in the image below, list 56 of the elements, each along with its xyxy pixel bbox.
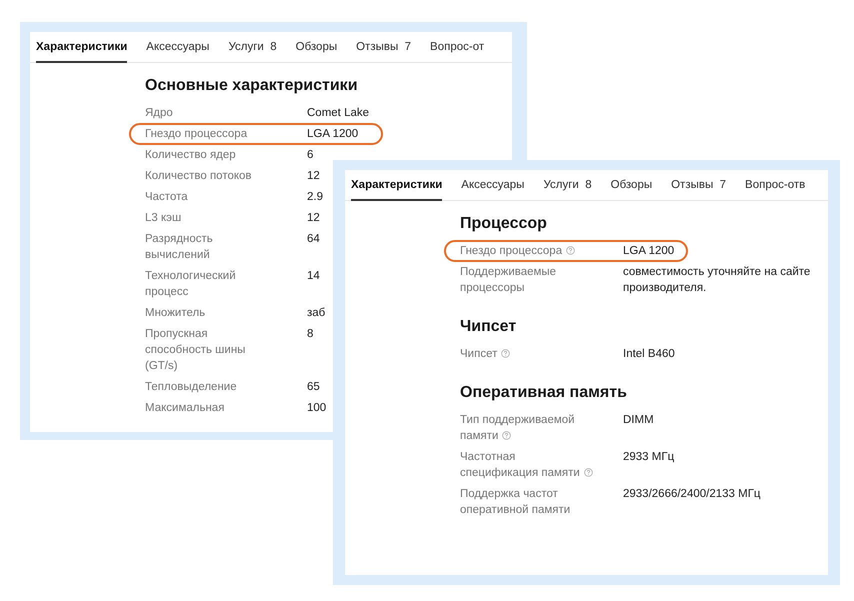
spec-value: 65 bbox=[307, 380, 320, 395]
spec-label: Пропускная способность шины (GT/s) bbox=[145, 327, 246, 374]
spec-value: 8 bbox=[307, 327, 314, 342]
spec-label: Множитель bbox=[145, 306, 206, 321]
tab[interactable]: Вопрос-от bbox=[430, 32, 484, 63]
tab[interactable]: Услуги 8 bbox=[543, 170, 592, 201]
tab[interactable]: Обзоры bbox=[610, 170, 652, 201]
spec-value: DIMM bbox=[623, 413, 654, 428]
spec-label: Ядро bbox=[145, 106, 173, 121]
tab[interactable]: Вопрос-отв bbox=[745, 170, 806, 201]
spec-value: LGA 1200 bbox=[623, 244, 674, 259]
tab[interactable]: Аксессуары bbox=[461, 170, 524, 201]
spec-label: Количество ядер bbox=[145, 148, 236, 163]
tab[interactable]: Характеристики bbox=[36, 32, 128, 63]
spec-value: 2933/2666/2400/2133 МГц bbox=[623, 487, 761, 502]
tab[interactable]: Отзывы 7 bbox=[356, 32, 412, 63]
spec-value: 14 bbox=[307, 269, 320, 284]
tab[interactable]: Характеристики bbox=[351, 170, 442, 201]
help-icon[interactable] bbox=[502, 431, 512, 440]
tab[interactable]: Обзоры bbox=[296, 32, 338, 63]
spec-value: Comet Lake bbox=[307, 106, 370, 121]
spec-value: 100 bbox=[307, 401, 326, 416]
spec-label: Гнездо процессора bbox=[145, 127, 248, 142]
spec-value: 2.9 bbox=[307, 190, 323, 205]
spec-value: 6 bbox=[307, 148, 314, 163]
tab[interactable]: Отзывы 7 bbox=[671, 170, 726, 201]
spec-label: Разрядность вычислений bbox=[145, 232, 214, 263]
spec-label: Тип поддерживаемой памяти bbox=[460, 413, 576, 444]
spec-value: Intel B460 bbox=[623, 347, 675, 362]
spec-label: Чипсет bbox=[460, 346, 510, 362]
spec-value: совместимость уточняйте на сайте производителя. bbox=[623, 265, 812, 296]
tab[interactable]: Аксессуары bbox=[146, 32, 210, 63]
spec-label: Тепловыделение bbox=[145, 380, 237, 395]
spec-label: Поддерживаемые процессоры bbox=[460, 265, 558, 296]
help-icon[interactable] bbox=[584, 468, 593, 477]
section-heading: Чипсет bbox=[460, 318, 518, 336]
section-heading: Процессор bbox=[460, 215, 548, 233]
spec-label: Частотная спецификация памяти bbox=[460, 449, 595, 481]
spec-label: Частота bbox=[145, 190, 188, 205]
spec-label: L3 кэш bbox=[145, 211, 182, 226]
tab[interactable]: Услуги 8 bbox=[228, 32, 277, 63]
help-icon[interactable] bbox=[501, 349, 510, 358]
spec-value: 12 bbox=[307, 211, 320, 226]
spec-label: Количество потоков bbox=[145, 169, 252, 184]
section-heading: Основные характеристики bbox=[145, 77, 359, 95]
help-icon[interactable] bbox=[566, 246, 576, 255]
spec-value: 12 bbox=[307, 169, 320, 184]
spec-label: Технологический процесс bbox=[145, 269, 237, 300]
spec-value: 2933 МГц bbox=[623, 450, 674, 465]
spec-label: Поддержка частот оперативной памяти bbox=[460, 487, 572, 518]
spec-label: Максимальная bbox=[145, 401, 224, 416]
section-heading: Оперативная память bbox=[460, 384, 628, 402]
spec-value: 64 bbox=[307, 232, 320, 247]
spec-value: заб bbox=[307, 306, 326, 321]
spec-label: Гнездо процессора bbox=[460, 243, 576, 259]
spec-value: LGA 1200 bbox=[307, 127, 358, 142]
